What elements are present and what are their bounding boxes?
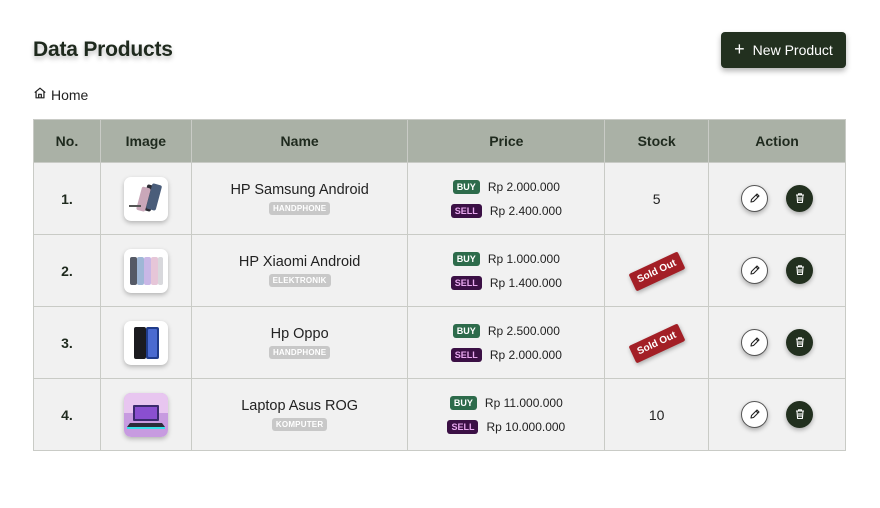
product-name: HP Samsung Android — [230, 182, 369, 198]
table-row: 4. Laptop Asus ROG KOMPUTER BUY Rp 11.00… — [33, 378, 846, 451]
category-tag: HANDPHONE — [268, 346, 331, 359]
category-tag: KOMPUTER — [271, 418, 328, 431]
home-icon — [33, 86, 47, 103]
sell-price: Rp 10.000.000 — [486, 419, 566, 434]
column-header-name: Name — [190, 119, 409, 163]
row-action-cell — [708, 234, 846, 307]
row-number: 1. — [33, 162, 101, 235]
sell-badge: SELL — [447, 419, 479, 434]
row-stock-cell: Sold Out — [604, 306, 710, 379]
product-name: Hp Oppo — [270, 326, 329, 342]
buy-price: Rp 2.000.000 — [487, 179, 560, 194]
row-stock-cell: 5 — [604, 162, 710, 235]
row-name-cell: Hp Oppo HANDPHONE — [190, 306, 409, 379]
buy-badge: BUY — [452, 251, 480, 266]
trash-icon — [794, 335, 806, 351]
buy-badge: BUY — [452, 179, 480, 194]
stock-count: 10 — [648, 406, 665, 423]
row-price-cell: BUY Rp 2.000.000 SELL Rp 2.400.000 — [407, 162, 606, 235]
pencil-icon — [749, 263, 761, 279]
row-price-cell: BUY Rp 1.000.000 SELL Rp 1.400.000 — [407, 234, 606, 307]
buy-badge: BUY — [452, 323, 480, 338]
table-header-row: No. Image Name Price Stock Action — [33, 119, 846, 163]
row-stock-cell: Sold Out — [604, 234, 710, 307]
row-image-cell — [99, 306, 192, 379]
sell-badge: SELL — [450, 203, 482, 218]
new-product-label: New Product — [752, 42, 833, 58]
row-image-cell — [99, 162, 192, 235]
products-table: No. Image Name Price Stock Action 1. HP … — [33, 119, 846, 451]
breadcrumb: Home — [33, 86, 88, 103]
delete-button[interactable] — [786, 329, 814, 356]
row-price-cell: BUY Rp 11.000.000 SELL Rp 10.000.000 — [407, 378, 606, 451]
product-image — [123, 320, 168, 365]
row-price-cell: BUY Rp 2.500.000 SELL Rp 2.000.000 — [407, 306, 606, 379]
table-row: 1. HP Samsung Android HANDPHONE BUY Rp 2.… — [33, 162, 846, 235]
table-row: 3. Hp Oppo HANDPHONE BUY Rp 2.500.000 SEL… — [33, 306, 846, 379]
page-title: Data Products — [33, 38, 173, 61]
product-image — [123, 176, 168, 221]
row-action-cell — [708, 378, 846, 451]
trash-icon — [794, 263, 806, 279]
sell-badge: SELL — [450, 275, 482, 290]
product-image — [123, 248, 168, 293]
product-image — [123, 392, 168, 437]
buy-price: Rp 11.000.000 — [484, 395, 563, 410]
delete-button[interactable] — [786, 401, 814, 428]
column-header-image: Image — [99, 119, 192, 163]
edit-button[interactable] — [741, 185, 769, 212]
row-number: 2. — [33, 234, 101, 307]
buy-badge: BUY — [449, 395, 477, 410]
sell-price: Rp 2.000.000 — [489, 347, 562, 362]
column-header-no: No. — [33, 119, 101, 163]
plus-icon: + — [734, 39, 745, 59]
pencil-icon — [749, 407, 761, 423]
pencil-icon — [749, 335, 761, 351]
trash-icon — [794, 191, 806, 207]
row-action-cell — [708, 162, 846, 235]
product-name: HP Xiaomi Android — [238, 254, 361, 270]
trash-icon — [794, 407, 806, 423]
edit-button[interactable] — [741, 401, 769, 428]
row-name-cell: HP Xiaomi Android ELEKTRONIK — [190, 234, 409, 307]
table-row: 2. HP Xiaomi Android ELEKTRONIK BUY Rp 1… — [33, 234, 846, 307]
sell-badge: SELL — [450, 347, 482, 362]
column-header-action: Action — [708, 119, 846, 163]
sold-out-badge: Sold Out — [628, 251, 686, 291]
buy-price: Rp 1.000.000 — [487, 251, 560, 266]
row-number: 3. — [33, 306, 101, 379]
sell-price: Rp 2.400.000 — [489, 203, 562, 218]
delete-button[interactable] — [786, 257, 814, 284]
sell-price: Rp 1.400.000 — [489, 275, 562, 290]
row-action-cell — [708, 306, 846, 379]
pencil-icon — [749, 191, 761, 207]
stock-count: 5 — [652, 190, 661, 207]
new-product-button[interactable]: + New Product — [721, 32, 846, 68]
row-name-cell: HP Samsung Android HANDPHONE — [190, 162, 409, 235]
edit-button[interactable] — [741, 329, 769, 356]
category-tag: HANDPHONE — [268, 202, 331, 215]
column-header-stock: Stock — [604, 119, 710, 163]
category-tag: ELEKTRONIK — [268, 274, 331, 287]
row-number: 4. — [33, 378, 101, 451]
sold-out-badge: Sold Out — [628, 323, 686, 363]
column-header-price: Price — [407, 119, 606, 163]
edit-button[interactable] — [741, 257, 769, 284]
row-image-cell — [99, 378, 192, 451]
row-stock-cell: 10 — [604, 378, 710, 451]
delete-button[interactable] — [786, 185, 814, 212]
product-name: Laptop Asus ROG — [241, 398, 359, 414]
buy-price: Rp 2.500.000 — [487, 323, 560, 338]
row-name-cell: Laptop Asus ROG KOMPUTER — [190, 378, 409, 451]
row-image-cell — [99, 234, 192, 307]
breadcrumb-home[interactable]: Home — [51, 87, 88, 103]
